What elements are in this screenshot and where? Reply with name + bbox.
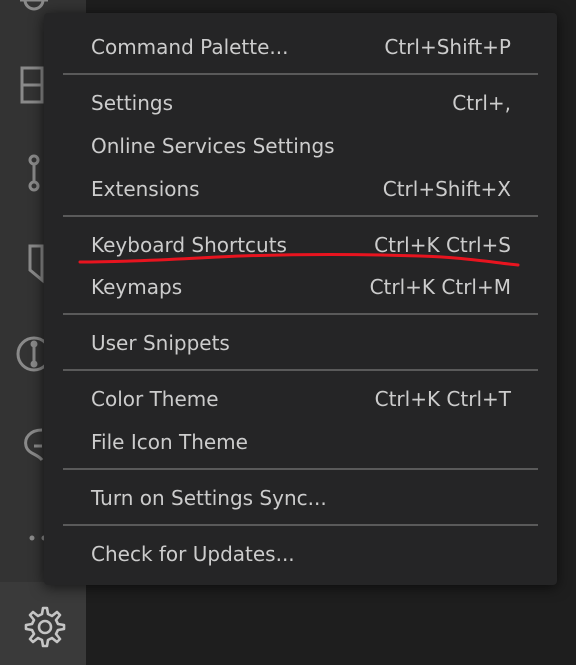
menu-item-shortcut: Ctrl+, (452, 91, 511, 115)
menu-item-label: User Snippets (91, 331, 230, 355)
menu-separator (63, 313, 538, 315)
menu-item-label: Online Services Settings (91, 134, 335, 158)
menu-separator (63, 524, 538, 526)
menu-item-file-icon-theme[interactable]: File Icon Theme (44, 422, 557, 462)
menu-item-check-for-updates[interactable]: Check for Updates... (44, 534, 557, 574)
menu-item-online-services-settings[interactable]: Online Services Settings (44, 126, 557, 166)
menu-item-label: Turn on Settings Sync... (91, 486, 327, 510)
menu-item-label: File Icon Theme (91, 430, 248, 454)
menu-item-label: Settings (91, 91, 174, 115)
manage-context-menu: Command Palette... Ctrl+Shift+P Settings… (44, 13, 557, 585)
menu-separator (63, 468, 538, 470)
menu-item-label: Keymaps (91, 275, 183, 299)
menu-item-shortcut: Ctrl+Shift+X (382, 177, 511, 201)
menu-item-label: Check for Updates... (91, 542, 295, 566)
menu-separator (63, 369, 538, 371)
menu-item-keymaps[interactable]: Keymaps Ctrl+K Ctrl+M (44, 267, 557, 307)
menu-item-shortcut: Ctrl+K Ctrl+M (369, 275, 511, 299)
menu-item-label: Color Theme (91, 387, 219, 411)
menu-item-label: Extensions (91, 177, 200, 201)
menu-item-shortcut: Ctrl+Shift+P (384, 35, 511, 59)
menu-item-keyboard-shortcuts[interactable]: Keyboard Shortcuts Ctrl+K Ctrl+S (44, 225, 557, 265)
menu-item-settings[interactable]: Settings Ctrl+, (44, 83, 557, 123)
menu-item-label: Command Palette... (91, 35, 289, 59)
menu-item-label: Keyboard Shortcuts (91, 233, 287, 257)
menu-item-shortcut: Ctrl+K Ctrl+S (374, 233, 511, 257)
vscode-window: Command Palette... Ctrl+Shift+P Settings… (0, 0, 576, 665)
menu-item-user-snippets[interactable]: User Snippets (44, 323, 557, 363)
gear-icon (24, 606, 66, 648)
menu-item-shortcut: Ctrl+K Ctrl+T (374, 387, 511, 411)
menu-separator (63, 215, 538, 217)
menu-item-turn-on-settings-sync[interactable]: Turn on Settings Sync... (44, 478, 557, 518)
menu-item-color-theme[interactable]: Color Theme Ctrl+K Ctrl+T (44, 379, 557, 419)
menu-item-command-palette[interactable]: Command Palette... Ctrl+Shift+P (44, 27, 557, 67)
menu-item-extensions[interactable]: Extensions Ctrl+Shift+X (44, 169, 557, 209)
menu-separator (63, 73, 538, 75)
manage-gear-button[interactable] (0, 582, 86, 665)
